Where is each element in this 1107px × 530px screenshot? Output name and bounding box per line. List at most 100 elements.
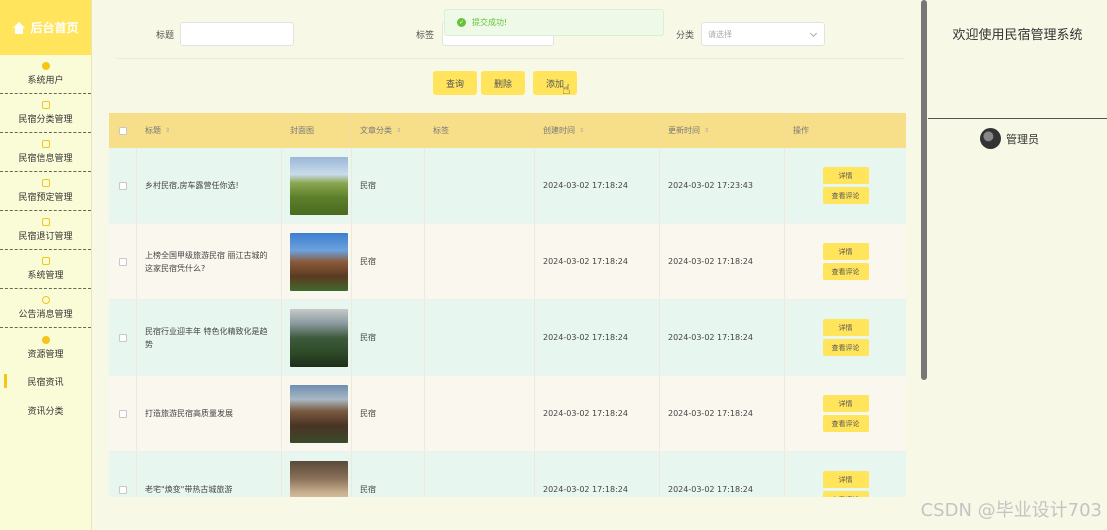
view-comments-button[interactable]: 查看评论 (822, 491, 869, 497)
column-header-created[interactable]: 创建时间 ⇕ (535, 113, 660, 148)
row-checkbox[interactable] (118, 409, 127, 418)
select-all-checkbox[interactable] (118, 126, 127, 135)
row-title: 打造旅游民宿高质量发展 (137, 376, 282, 451)
detail-button[interactable]: 详情 (822, 395, 869, 412)
category-placeholder: 请选择 (708, 29, 732, 39)
row-title: 上榜全国甲级旅游民宿 丽江古城的这家民宿凭什么? (137, 224, 282, 299)
column-header-cover: 封面图 (282, 113, 352, 148)
row-tag (425, 148, 535, 223)
row-actions: 详情 查看评论 (785, 224, 906, 299)
sidebar-item-resource[interactable]: 资源管理 (0, 328, 91, 367)
sidebar-item-info[interactable]: 民宿信息管理 (0, 133, 91, 172)
edit-icon (41, 218, 50, 226)
info-icon (41, 296, 50, 304)
column-header-updated[interactable]: 更新时间 ⇕ (660, 113, 785, 148)
row-checkbox[interactable] (118, 257, 127, 266)
row-title: 民宿行业迎丰年 特色化精致化是趋势 (137, 300, 282, 375)
row-checkbox[interactable] (118, 333, 127, 342)
sort-icon[interactable]: ⇕ (165, 127, 170, 134)
divider (928, 118, 1107, 119)
sidebar-item-label: 系统用户 (27, 76, 64, 86)
view-comments-button[interactable]: 查看评论 (822, 339, 869, 356)
toast-message: 提交成功! (472, 18, 508, 27)
bulb-icon (41, 335, 50, 344)
row-actions: 详情 查看评论 (785, 452, 906, 497)
row-category: 民宿 (352, 376, 425, 451)
sidebar-item-users[interactable]: 系统用户 (0, 55, 91, 94)
row-checkbox[interactable] (118, 181, 127, 190)
home-link[interactable]: 后台首页 (0, 0, 91, 55)
sidebar-subitem-news[interactable]: 民宿资讯 (0, 367, 91, 396)
delete-button[interactable]: 删除 (481, 71, 525, 95)
sort-icon[interactable]: ⇕ (704, 127, 709, 134)
title-label: 标题 (156, 31, 175, 41)
sidebar-subitem-label: 民宿资讯 (27, 378, 64, 388)
table-row: 乡村民宿,房车露营任你选! 民宿 2024-03-02 17:18:24 202… (109, 148, 906, 224)
cover-image (290, 460, 348, 497)
select-all-checkbox-cell[interactable] (109, 113, 137, 148)
edit-icon (41, 140, 50, 148)
row-updated: 2024-03-02 17:18:24 (660, 300, 785, 375)
cover-cell (282, 300, 352, 375)
query-button[interactable]: 查询 (433, 71, 477, 95)
tag-label: 标签 (416, 31, 435, 41)
sort-icon[interactable]: ⇕ (396, 127, 401, 134)
view-comments-button[interactable]: 查看评论 (822, 187, 869, 204)
row-category: 民宿 (352, 300, 425, 375)
row-category: 民宿 (352, 148, 425, 223)
chevron-down-icon (809, 29, 818, 38)
cover-image (290, 156, 348, 215)
row-created: 2024-03-02 17:18:24 (535, 224, 660, 299)
view-comments-button[interactable]: 查看评论 (822, 263, 869, 280)
row-created: 2024-03-02 17:18:24 (535, 148, 660, 223)
brand-label: 后台首页 (30, 21, 79, 35)
sidebar-item-category[interactable]: 民宿分类管理 (0, 94, 91, 133)
detail-button[interactable]: 详情 (822, 319, 869, 336)
row-tag (425, 300, 535, 375)
divider (117, 58, 905, 59)
category-select[interactable]: 请选择 (701, 22, 825, 46)
welcome-text: 欢迎使用民宿管理系统 (952, 28, 1083, 43)
title-input[interactable] (180, 22, 294, 46)
sidebar-item-label: 系统管理 (27, 271, 64, 281)
column-header-title[interactable]: 标题 ⇕ (137, 113, 282, 148)
sidebar-item-system[interactable]: 系统管理 (0, 250, 91, 289)
edit-icon (41, 101, 50, 109)
row-actions: 详情 查看评论 (785, 300, 906, 375)
avatar (980, 128, 1001, 149)
cover-cell (282, 452, 352, 497)
row-tag (425, 224, 535, 299)
column-header-category[interactable]: 文章分类 ⇕ (352, 113, 425, 148)
view-comments-button[interactable]: 查看评论 (822, 415, 869, 432)
cover-image (290, 232, 348, 291)
sidebar: 后台首页 系统用户 民宿分类管理 民宿信息管理 民宿预定管理 民宿退订管理 系统… (0, 0, 92, 530)
sort-icon[interactable]: ⇕ (579, 127, 584, 134)
sidebar-item-booking[interactable]: 民宿预定管理 (0, 172, 91, 211)
sidebar-item-label: 民宿分类管理 (18, 115, 73, 125)
table-row: 打造旅游民宿高质量发展 民宿 2024-03-02 17:18:24 2024-… (109, 376, 906, 452)
sidebar-item-label: 资源管理 (27, 349, 64, 360)
row-actions: 详情 查看评论 (785, 148, 906, 223)
cover-cell (282, 376, 352, 451)
row-checkbox[interactable] (118, 485, 127, 494)
column-header-tag: 标签 (425, 113, 535, 148)
settings-icon (41, 257, 50, 265)
sidebar-item-cancel[interactable]: 民宿退订管理 (0, 211, 91, 250)
table-row: 上榜全国甲级旅游民宿 丽江古城的这家民宿凭什么? 民宿 2024-03-02 1… (109, 224, 906, 300)
cover-image (290, 308, 348, 367)
sidebar-subitem-news-category[interactable]: 资讯分类 (0, 396, 91, 425)
user-menu[interactable]: 管理员 (980, 128, 1039, 149)
user-icon (41, 62, 50, 70)
sidebar-item-notice[interactable]: 公告消息管理 (0, 289, 91, 328)
detail-button[interactable]: 详情 (822, 243, 869, 260)
table-row: 民宿行业迎丰年 特色化精致化是趋势 民宿 2024-03-02 17:18:24… (109, 300, 906, 376)
row-updated: 2024-03-02 17:18:24 (660, 452, 785, 497)
row-created: 2024-03-02 17:18:24 (535, 300, 660, 375)
table-header: 标题 ⇕ 封面图 文章分类 ⇕ 标签 创建时间 ⇕ 更新时间 ⇕ 操作 (109, 113, 906, 148)
scrollbar[interactable] (921, 0, 927, 380)
detail-button[interactable]: 详情 (822, 167, 869, 184)
row-title: 乡村民宿,房车露营任你选! (137, 148, 282, 223)
category-label: 分类 (676, 31, 695, 41)
detail-button[interactable]: 详情 (822, 471, 869, 488)
row-updated: 2024-03-02 17:18:24 (660, 224, 785, 299)
